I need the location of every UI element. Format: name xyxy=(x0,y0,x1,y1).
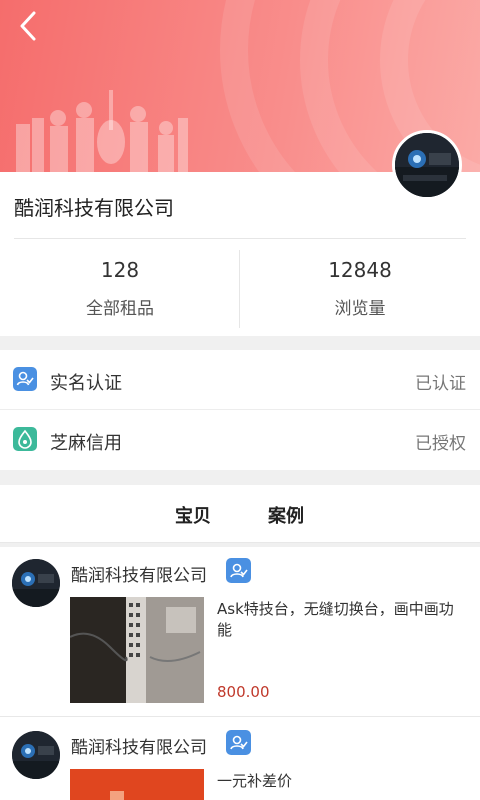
company-info-card: 酷润科技有限公司 128 全部租品 12848 浏览量 xyxy=(0,172,480,336)
user-verify-icon xyxy=(13,367,37,391)
content-tabs: 宝贝 案例 xyxy=(0,485,480,543)
stat-views[interactable]: 12848 浏览量 xyxy=(240,258,480,319)
verification-label: 芝麻信用 xyxy=(50,433,122,454)
stat-value: 128 xyxy=(100,258,140,282)
verification-label: 实名认证 xyxy=(50,373,122,394)
post-thumbnail[interactable] xyxy=(70,769,204,800)
verification-list: 实名认证 已认证 芝麻信用 已授权 xyxy=(0,350,480,470)
verification-status: 已认证 xyxy=(415,374,466,394)
post-author: 酷润科技有限公司 xyxy=(71,738,207,758)
post-title: Ask特技台，无缝切换台，画中画功能 xyxy=(217,600,454,639)
company-avatar[interactable] xyxy=(392,130,462,200)
post-thumbnail[interactable] xyxy=(70,597,204,703)
orchestra-silhouette-image xyxy=(16,90,188,172)
stat-label: 全部租品 xyxy=(86,299,154,319)
tab-cases[interactable]: 案例 xyxy=(268,502,304,528)
company-name: 酷润科技有限公司 xyxy=(14,196,174,220)
list-item[interactable]: 酷润科技有限公司 Ask特技台，无缝切换台，画中画功能 800.00 xyxy=(0,547,480,717)
verified-badge-icon xyxy=(226,558,251,583)
avatar[interactable] xyxy=(12,559,60,607)
stat-value: 12848 xyxy=(328,258,392,282)
post-feed: 酷润科技有限公司 Ask特技台，无缝切换台，画中画功能 800.00 酷润科技有… xyxy=(0,547,480,800)
verified-badge-icon xyxy=(226,730,251,755)
verification-row-realname[interactable]: 实名认证 已认证 xyxy=(0,350,480,410)
post-price: 800.00 xyxy=(217,683,270,701)
projector-photo-image xyxy=(395,133,459,197)
stat-label: 浏览量 xyxy=(334,299,386,319)
sesame-credit-icon xyxy=(13,427,37,451)
post-author: 酷润科技有限公司 xyxy=(71,566,207,586)
avatar[interactable] xyxy=(12,731,60,779)
verification-row-sesame[interactable]: 芝麻信用 已授权 xyxy=(0,410,480,470)
stat-rentals[interactable]: 128 全部租品 xyxy=(0,258,240,319)
divider xyxy=(14,238,466,239)
divider xyxy=(0,716,480,717)
chevron-left-icon xyxy=(20,11,36,41)
post-title: 一元补差价 xyxy=(217,772,293,790)
verification-status: 已授权 xyxy=(415,434,466,454)
tab-items[interactable]: 宝贝 xyxy=(175,502,211,528)
back-button[interactable] xyxy=(12,8,48,44)
list-item[interactable]: 酷润科技有限公司 一元补差价 xyxy=(0,719,480,800)
